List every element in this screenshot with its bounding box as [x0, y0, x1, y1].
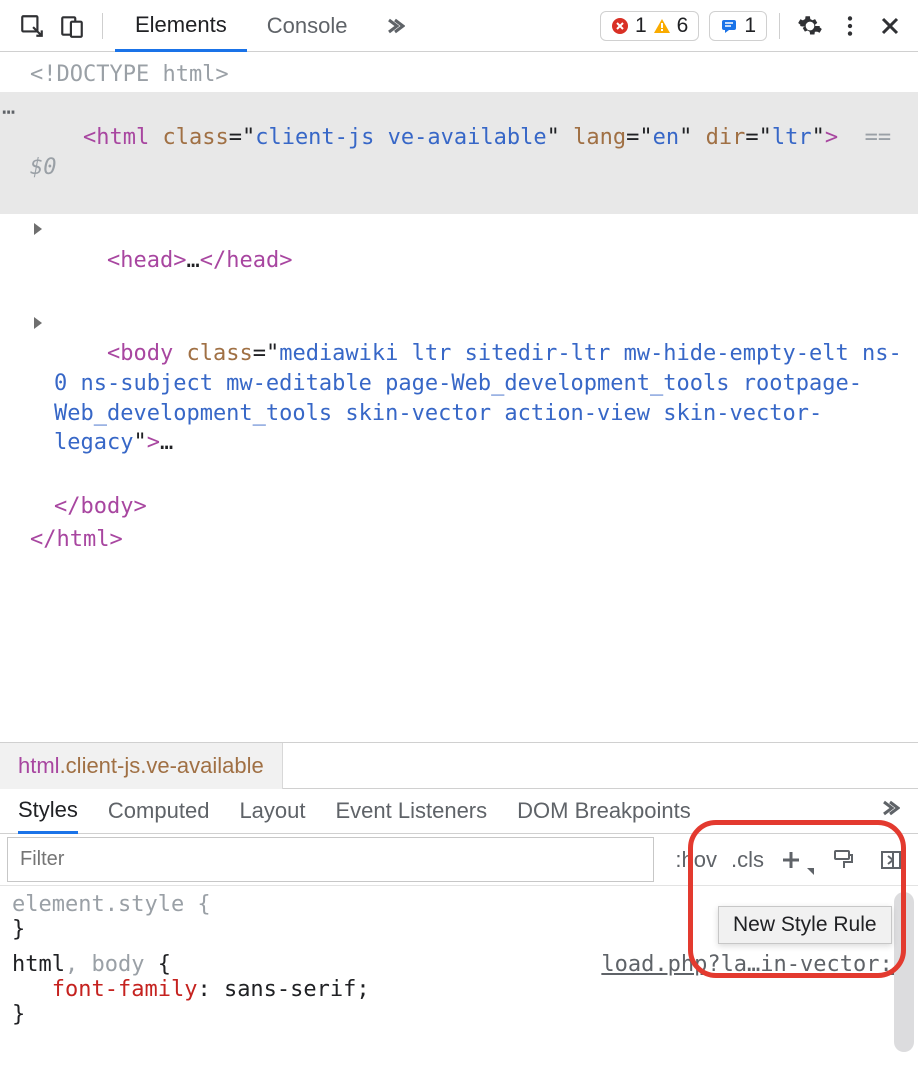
- stylesheet-source-link[interactable]: load.php?la…in-vector:1: [601, 952, 906, 977]
- styles-filter-input[interactable]: [8, 838, 653, 881]
- close-icon[interactable]: [872, 8, 908, 44]
- inspect-element-icon[interactable]: [14, 8, 50, 44]
- tab-styles[interactable]: Styles: [18, 790, 78, 834]
- dom-doctype[interactable]: <!DOCTYPE html>: [0, 58, 918, 92]
- dom-html-open[interactable]: ⋯<html class="client-js ve-available" la…: [0, 92, 918, 215]
- message-icon: [720, 17, 738, 35]
- more-subtabs-icon[interactable]: [876, 796, 900, 826]
- more-tabs-icon[interactable]: [367, 0, 419, 51]
- separator: [102, 13, 103, 39]
- devtools-toolbar: Elements Console 1 6 1: [0, 0, 918, 52]
- breadcrumb[interactable]: html.client-js.ve-available: [0, 742, 918, 788]
- ellipsis-icon: ⋯: [2, 98, 16, 128]
- toggle-hover-button[interactable]: :hov: [675, 847, 717, 873]
- dom-html-close[interactable]: </html>: [0, 523, 918, 557]
- warning-icon: [653, 17, 671, 35]
- issue-badges: 1 6 1: [600, 11, 767, 41]
- kebab-menu-icon[interactable]: [832, 8, 868, 44]
- console-status-badge[interactable]: 1 6: [600, 11, 699, 41]
- tab-dom-breakpoints[interactable]: DOM Breakpoints: [517, 789, 691, 833]
- dom-body-close[interactable]: </body>: [0, 490, 918, 524]
- dom-head-collapsed[interactable]: <head>…</head>: [0, 214, 918, 307]
- tab-console[interactable]: Console: [247, 0, 368, 51]
- device-toggle-icon[interactable]: [54, 8, 90, 44]
- styles-pane: :hov .cls element.style { } load.php?la……: [0, 834, 918, 1070]
- new-style-rule-button[interactable]: [778, 843, 812, 877]
- computed-sidebar-icon[interactable]: [874, 843, 908, 877]
- tab-computed[interactable]: Computed: [108, 789, 210, 833]
- elements-tree[interactable]: <!DOCTYPE html> ⋯<html class="client-js …: [0, 52, 918, 742]
- warning-count: 6: [677, 14, 689, 38]
- rule-html-body[interactable]: load.php?la…in-vector:1 html, body { fon…: [12, 952, 906, 1027]
- styles-toolbar: :hov .cls: [0, 834, 918, 886]
- breadcrumb-item[interactable]: html.client-js.ve-available: [0, 743, 283, 789]
- tab-layout[interactable]: Layout: [239, 789, 305, 833]
- error-count: 1: [635, 14, 647, 38]
- issues-badge[interactable]: 1: [709, 11, 767, 41]
- main-tabs: Elements Console: [115, 0, 419, 51]
- expand-arrow-icon[interactable]: [34, 223, 42, 235]
- tab-elements[interactable]: Elements: [115, 0, 247, 52]
- tab-event-listeners[interactable]: Event Listeners: [336, 789, 488, 833]
- scrollbar[interactable]: [894, 892, 914, 1052]
- message-count: 1: [744, 14, 756, 38]
- paint-icon[interactable]: [826, 843, 860, 877]
- tooltip-new-style-rule: New Style Rule: [718, 906, 892, 944]
- separator: [779, 13, 780, 39]
- toggle-classes-button[interactable]: .cls: [731, 847, 764, 873]
- expand-arrow-icon[interactable]: [34, 317, 42, 329]
- error-icon: [611, 17, 629, 35]
- settings-gear-icon[interactable]: [792, 8, 828, 44]
- styles-subtabs: Styles Computed Layout Event Listeners D…: [0, 788, 918, 834]
- dom-body-open[interactable]: <body class="mediawiki ltr sitedir-ltr m…: [0, 308, 918, 490]
